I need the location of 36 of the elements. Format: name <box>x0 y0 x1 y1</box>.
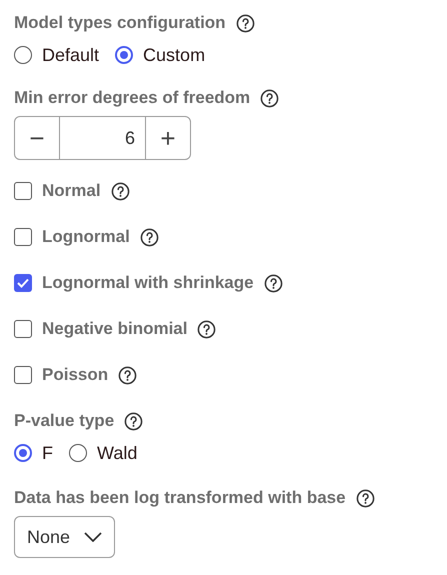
checkbox-label: Lognormal with shrinkage <box>42 273 254 293</box>
help-icon[interactable] <box>260 88 280 108</box>
chevron-down-icon <box>84 532 102 542</box>
help-icon[interactable] <box>110 182 130 200</box>
checkbox-label: Normal <box>42 181 101 201</box>
radio-label: Custom <box>143 44 206 66</box>
base-dropdown[interactable]: None <box>14 516 116 558</box>
number-field[interactable]: 6 <box>59 117 146 159</box>
help-icon[interactable] <box>140 228 159 246</box>
checkbox-label: Lognormal <box>42 227 130 247</box>
help-icon[interactable] <box>236 14 255 32</box>
field-label: Min error degrees of freedom <box>14 88 250 108</box>
checkbox[interactable] <box>14 182 32 200</box>
checkbox[interactable] <box>14 274 32 292</box>
help-icon[interactable] <box>264 274 283 292</box>
radio-button[interactable] <box>115 46 134 64</box>
radio-label: Wald <box>97 442 138 464</box>
increment-button[interactable]: + <box>146 117 190 159</box>
help-icon[interactable] <box>124 412 144 430</box>
radio-label: Default <box>42 44 100 66</box>
checkbox[interactable] <box>14 228 32 246</box>
field-label: P-value type <box>14 411 114 431</box>
radio-button[interactable] <box>14 444 32 462</box>
radio-button[interactable] <box>14 46 32 64</box>
field-label: Data has been log transformed with base <box>14 488 346 508</box>
field-label: Model types configuration <box>14 13 226 33</box>
checkbox-label: Poisson <box>42 365 108 385</box>
radio-label: F <box>42 442 53 464</box>
help-icon[interactable] <box>356 488 375 508</box>
checkbox[interactable] <box>14 366 32 384</box>
decrement-button[interactable]: − <box>15 117 59 159</box>
checkbox-label: Negative binomial <box>42 319 188 339</box>
checkbox[interactable] <box>14 320 32 338</box>
help-icon[interactable] <box>118 366 138 384</box>
radio-button[interactable] <box>69 444 87 462</box>
help-icon[interactable] <box>197 320 216 338</box>
